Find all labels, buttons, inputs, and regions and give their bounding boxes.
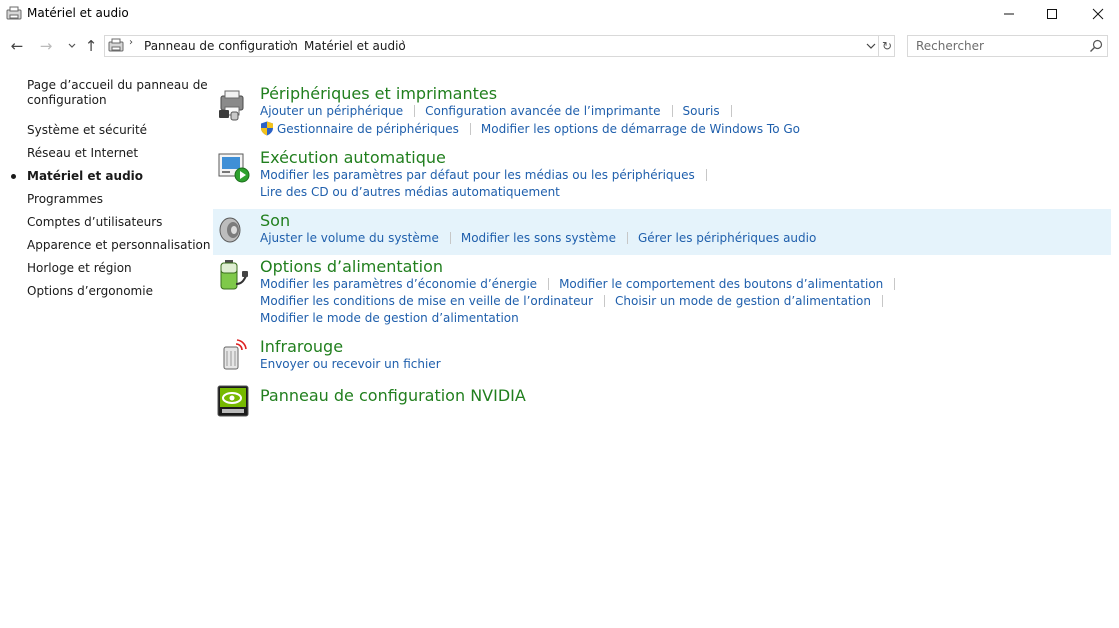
minimize-icon: [1004, 13, 1014, 15]
title-bar: Matériel et audio: [0, 0, 1119, 28]
forward-button[interactable]: →: [36, 36, 56, 56]
minimize-button[interactable]: [986, 0, 1032, 28]
breadcrumb-separator[interactable]: ›: [129, 37, 133, 48]
link-send-receive-file[interactable]: Envoyer ou recevoir un fichier: [260, 357, 441, 371]
battery-power-icon[interactable]: [216, 258, 250, 292]
category-title[interactable]: Périphériques et imprimantes: [260, 84, 497, 103]
back-button[interactable]: ←: [7, 36, 27, 56]
uac-shield-icon: [261, 121, 273, 136]
infrared-icon[interactable]: [216, 338, 250, 372]
address-bar[interactable]: › Panneau de configuration › Matériel et…: [104, 35, 895, 57]
sidebar-item-ease-of-access[interactable]: Options d’ergonomie: [27, 284, 153, 299]
link-separator: [604, 295, 606, 307]
category-links: Modifier le mode de gestion d’alimentati…: [260, 311, 519, 326]
link-edit-power-plan[interactable]: Modifier le mode de gestion d’alimentati…: [260, 311, 519, 325]
link-separator: [469, 123, 471, 135]
category-title[interactable]: Son: [260, 211, 290, 230]
category-title[interactable]: Exécution automatique: [260, 148, 446, 167]
control-panel-icon: [6, 6, 22, 20]
category-links: Lire des CD ou d’autres médias automatiq…: [260, 185, 560, 200]
sidebar-item-home[interactable]: configuration: [27, 93, 107, 108]
search-box[interactable]: [907, 35, 1108, 57]
window-title: Matériel et audio: [27, 6, 129, 20]
link-separator: [449, 232, 451, 244]
category-nvidia: Panneau de configuration NVIDIA: [213, 382, 1111, 422]
refresh-icon: ↻: [881, 39, 893, 53]
link-manage-audio-devices[interactable]: Gérer les périphériques audio: [638, 231, 816, 245]
category-links: Modifier les conditions de mise en veill…: [260, 294, 893, 309]
link-power-buttons-behavior[interactable]: Modifier le comportement des boutons d’a…: [559, 277, 883, 291]
category-links: Modifier les paramètres d’économie d’éne…: [260, 277, 905, 292]
sidebar-item-network-internet[interactable]: Réseau et Internet: [27, 146, 138, 161]
link-add-device[interactable]: Ajouter un périphérique: [260, 104, 403, 118]
sidebar-item-user-accounts[interactable]: Comptes d’utilisateurs: [27, 215, 162, 230]
category-title[interactable]: Infrarouge: [260, 337, 343, 356]
maximize-button[interactable]: [1029, 0, 1075, 28]
up-button[interactable]: ↑: [81, 36, 101, 56]
speaker-icon[interactable]: [216, 213, 250, 247]
category-autoplay: Exécution automatique Modifier les param…: [213, 146, 1111, 204]
link-separator: [730, 105, 732, 117]
link-sleep-conditions[interactable]: Modifier les conditions de mise en veill…: [260, 294, 593, 308]
sidebar-item-clock-region[interactable]: Horloge et région: [27, 261, 132, 276]
link-choose-power-plan[interactable]: Choisir un mode de gestion d’alimentatio…: [615, 294, 871, 308]
link-separator: [881, 295, 883, 307]
link-autoplay-defaults[interactable]: Modifier les paramètres par défaut pour …: [260, 168, 695, 182]
breadcrumb-hardware-sound[interactable]: Matériel et audio: [304, 39, 406, 53]
link-separator: [671, 105, 673, 117]
category-links: Envoyer ou recevoir un fichier: [260, 357, 441, 372]
category-links: Ajuster le volume du système Modifier les…: [260, 231, 816, 246]
category-power-options: Options d’alimentation Modifier les para…: [213, 255, 1111, 331]
category-links: Modifier les paramètres par défaut pour …: [260, 168, 717, 183]
printer-devices-icon[interactable]: [216, 88, 250, 122]
maximize-icon: [1047, 9, 1057, 19]
link-change-system-sounds[interactable]: Modifier les sons système: [461, 231, 616, 245]
current-item-bullet: [11, 174, 16, 179]
link-adjust-volume[interactable]: Ajuster le volume du système: [260, 231, 439, 245]
arrow-left-icon: ←: [10, 37, 24, 55]
sidebar-item-home[interactable]: Page d’accueil du panneau de: [27, 78, 208, 93]
close-icon: [1092, 8, 1104, 20]
chevron-down-icon: [68, 43, 76, 48]
category-links: Gestionnaire de périphériques Modifier le…: [260, 121, 800, 136]
category-title[interactable]: Options d’alimentation: [260, 257, 443, 276]
link-play-cds-automatically[interactable]: Lire des CD ou d’autres médias automatiq…: [260, 185, 560, 199]
category-devices-printers: Périphériques et imprimantes Ajouter un …: [213, 82, 1111, 140]
link-separator: [627, 232, 628, 244]
sidebar-item-system-security[interactable]: Système et sécurité: [27, 123, 147, 138]
link-mouse[interactable]: Souris: [683, 104, 720, 118]
link-separator: [705, 169, 707, 181]
breadcrumb-control-panel[interactable]: Panneau de configuration: [144, 39, 298, 53]
refresh-button[interactable]: ↻: [878, 36, 895, 56]
sidebar-item-hardware-sound: Matériel et audio: [27, 169, 144, 183]
breadcrumb-separator[interactable]: ›: [401, 37, 405, 48]
arrow-right-icon: →: [39, 37, 53, 55]
link-windows-to-go[interactable]: Modifier les options de démarrage de Win…: [481, 122, 800, 136]
nvidia-icon[interactable]: [216, 384, 250, 418]
address-dropdown-button[interactable]: [864, 36, 878, 56]
link-device-manager[interactable]: Gestionnaire de périphériques: [277, 122, 459, 136]
category-links: Ajouter un périphérique Configuration ava…: [260, 104, 742, 119]
autoplay-icon[interactable]: [216, 150, 250, 184]
search-icon[interactable]: [1088, 38, 1104, 54]
category-sound: Son Ajuster le volume du système Modifier…: [213, 209, 1111, 255]
chevron-down-icon: [866, 43, 876, 49]
search-input[interactable]: [908, 36, 1088, 56]
link-advanced-printer-setup[interactable]: Configuration avancée de l’imprimante: [425, 104, 660, 118]
arrow-up-icon: ↑: [84, 37, 98, 55]
control-panel-icon: [108, 38, 124, 52]
category-infrared: Infrarouge Envoyer ou recevoir un fichie…: [213, 335, 1111, 379]
link-separator: [894, 278, 896, 290]
link-separator: [414, 105, 416, 117]
category-title[interactable]: Panneau de configuration NVIDIA: [260, 386, 526, 405]
recent-locations-button[interactable]: [62, 36, 82, 56]
close-button[interactable]: [1075, 0, 1119, 28]
breadcrumb-separator[interactable]: ›: [288, 37, 292, 48]
link-separator: [548, 278, 550, 290]
link-power-saving-settings[interactable]: Modifier les paramètres d’économie d’éne…: [260, 277, 537, 291]
sidebar-item-programs[interactable]: Programmes: [27, 192, 103, 207]
sidebar-item-appearance[interactable]: Apparence et personnalisation: [27, 238, 211, 253]
